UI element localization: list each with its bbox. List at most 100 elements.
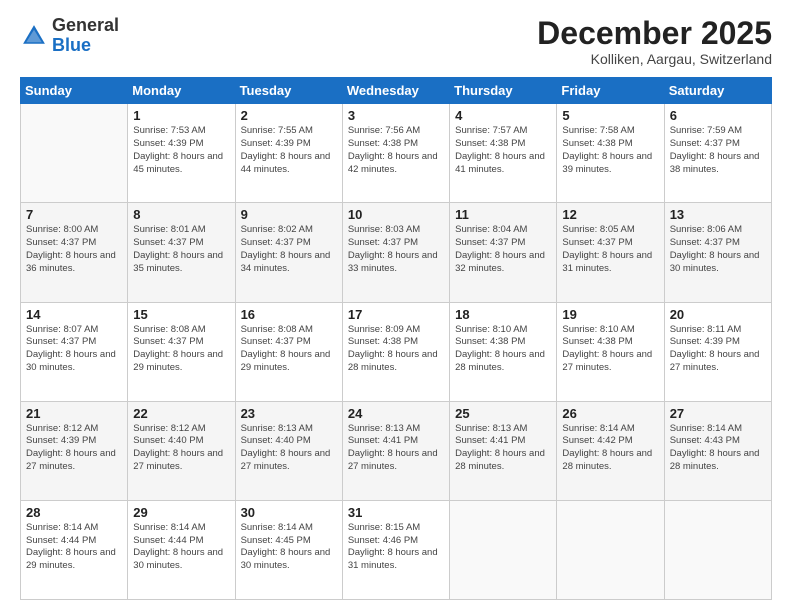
- day-number: 24: [348, 406, 444, 421]
- logo-icon: [20, 22, 48, 50]
- day-number: 5: [562, 108, 658, 123]
- col-sunday: Sunday: [21, 78, 128, 104]
- day-info: Sunrise: 8:10 AM Sunset: 4:38 PM Dayligh…: [455, 324, 551, 375]
- day-number: 3: [348, 108, 444, 123]
- day-info: Sunrise: 8:15 AM Sunset: 4:46 PM Dayligh…: [348, 522, 444, 573]
- table-row: 2 Sunrise: 7:55 AM Sunset: 4:39 PM Dayli…: [235, 104, 342, 203]
- day-number: 17: [348, 307, 444, 322]
- day-number: 11: [455, 207, 551, 222]
- table-row: 29 Sunrise: 8:14 AM Sunset: 4:44 PM Dayl…: [128, 500, 235, 599]
- day-info: Sunrise: 8:13 AM Sunset: 4:40 PM Dayligh…: [241, 423, 337, 474]
- table-row: [664, 500, 771, 599]
- table-row: 30 Sunrise: 8:14 AM Sunset: 4:45 PM Dayl…: [235, 500, 342, 599]
- col-tuesday: Tuesday: [235, 78, 342, 104]
- day-number: 14: [26, 307, 122, 322]
- col-thursday: Thursday: [450, 78, 557, 104]
- day-number: 15: [133, 307, 229, 322]
- day-info: Sunrise: 8:02 AM Sunset: 4:37 PM Dayligh…: [241, 224, 337, 275]
- day-number: 2: [241, 108, 337, 123]
- table-row: 3 Sunrise: 7:56 AM Sunset: 4:38 PM Dayli…: [342, 104, 449, 203]
- day-info: Sunrise: 8:06 AM Sunset: 4:37 PM Dayligh…: [670, 224, 766, 275]
- day-number: 23: [241, 406, 337, 421]
- col-wednesday: Wednesday: [342, 78, 449, 104]
- col-friday: Friday: [557, 78, 664, 104]
- day-number: 10: [348, 207, 444, 222]
- table-row: 10 Sunrise: 8:03 AM Sunset: 4:37 PM Dayl…: [342, 203, 449, 302]
- day-info: Sunrise: 8:14 AM Sunset: 4:42 PM Dayligh…: [562, 423, 658, 474]
- table-row: 1 Sunrise: 7:53 AM Sunset: 4:39 PM Dayli…: [128, 104, 235, 203]
- day-info: Sunrise: 8:04 AM Sunset: 4:37 PM Dayligh…: [455, 224, 551, 275]
- table-row: 20 Sunrise: 8:11 AM Sunset: 4:39 PM Dayl…: [664, 302, 771, 401]
- day-info: Sunrise: 8:14 AM Sunset: 4:45 PM Dayligh…: [241, 522, 337, 573]
- day-number: 26: [562, 406, 658, 421]
- logo: General Blue: [20, 16, 119, 56]
- table-row: 13 Sunrise: 8:06 AM Sunset: 4:37 PM Dayl…: [664, 203, 771, 302]
- day-info: Sunrise: 7:57 AM Sunset: 4:38 PM Dayligh…: [455, 125, 551, 176]
- table-row: 23 Sunrise: 8:13 AM Sunset: 4:40 PM Dayl…: [235, 401, 342, 500]
- page: General Blue December 2025 Kolliken, Aar…: [0, 0, 792, 612]
- col-monday: Monday: [128, 78, 235, 104]
- table-row: 26 Sunrise: 8:14 AM Sunset: 4:42 PM Dayl…: [557, 401, 664, 500]
- table-row: 18 Sunrise: 8:10 AM Sunset: 4:38 PM Dayl…: [450, 302, 557, 401]
- day-info: Sunrise: 8:09 AM Sunset: 4:38 PM Dayligh…: [348, 324, 444, 375]
- table-row: 12 Sunrise: 8:05 AM Sunset: 4:37 PM Dayl…: [557, 203, 664, 302]
- table-row: 21 Sunrise: 8:12 AM Sunset: 4:39 PM Dayl…: [21, 401, 128, 500]
- title-block: December 2025 Kolliken, Aargau, Switzerl…: [537, 16, 772, 67]
- table-row: 5 Sunrise: 7:58 AM Sunset: 4:38 PM Dayli…: [557, 104, 664, 203]
- table-row: 6 Sunrise: 7:59 AM Sunset: 4:37 PM Dayli…: [664, 104, 771, 203]
- day-info: Sunrise: 8:13 AM Sunset: 4:41 PM Dayligh…: [455, 423, 551, 474]
- day-number: 22: [133, 406, 229, 421]
- day-info: Sunrise: 8:10 AM Sunset: 4:38 PM Dayligh…: [562, 324, 658, 375]
- day-info: Sunrise: 7:53 AM Sunset: 4:39 PM Dayligh…: [133, 125, 229, 176]
- day-info: Sunrise: 8:05 AM Sunset: 4:37 PM Dayligh…: [562, 224, 658, 275]
- day-number: 16: [241, 307, 337, 322]
- table-row: 4 Sunrise: 7:57 AM Sunset: 4:38 PM Dayli…: [450, 104, 557, 203]
- day-number: 7: [26, 207, 122, 222]
- day-info: Sunrise: 7:56 AM Sunset: 4:38 PM Dayligh…: [348, 125, 444, 176]
- calendar-table: Sunday Monday Tuesday Wednesday Thursday…: [20, 77, 772, 600]
- day-number: 21: [26, 406, 122, 421]
- calendar-week-row: 7 Sunrise: 8:00 AM Sunset: 4:37 PM Dayli…: [21, 203, 772, 302]
- calendar-week-row: 21 Sunrise: 8:12 AM Sunset: 4:39 PM Dayl…: [21, 401, 772, 500]
- day-info: Sunrise: 8:03 AM Sunset: 4:37 PM Dayligh…: [348, 224, 444, 275]
- calendar-week-row: 28 Sunrise: 8:14 AM Sunset: 4:44 PM Dayl…: [21, 500, 772, 599]
- calendar-week-row: 1 Sunrise: 7:53 AM Sunset: 4:39 PM Dayli…: [21, 104, 772, 203]
- day-number: 29: [133, 505, 229, 520]
- day-number: 30: [241, 505, 337, 520]
- day-number: 27: [670, 406, 766, 421]
- table-row: 31 Sunrise: 8:15 AM Sunset: 4:46 PM Dayl…: [342, 500, 449, 599]
- table-row: 7 Sunrise: 8:00 AM Sunset: 4:37 PM Dayli…: [21, 203, 128, 302]
- header: General Blue December 2025 Kolliken, Aar…: [20, 16, 772, 67]
- table-row: 8 Sunrise: 8:01 AM Sunset: 4:37 PM Dayli…: [128, 203, 235, 302]
- day-number: 20: [670, 307, 766, 322]
- table-row: 28 Sunrise: 8:14 AM Sunset: 4:44 PM Dayl…: [21, 500, 128, 599]
- table-row: 9 Sunrise: 8:02 AM Sunset: 4:37 PM Dayli…: [235, 203, 342, 302]
- logo-general: General: [52, 15, 119, 35]
- table-row: 16 Sunrise: 8:08 AM Sunset: 4:37 PM Dayl…: [235, 302, 342, 401]
- table-row: 15 Sunrise: 8:08 AM Sunset: 4:37 PM Dayl…: [128, 302, 235, 401]
- day-number: 28: [26, 505, 122, 520]
- day-info: Sunrise: 8:14 AM Sunset: 4:44 PM Dayligh…: [133, 522, 229, 573]
- table-row: 11 Sunrise: 8:04 AM Sunset: 4:37 PM Dayl…: [450, 203, 557, 302]
- day-info: Sunrise: 7:55 AM Sunset: 4:39 PM Dayligh…: [241, 125, 337, 176]
- calendar-header-row: Sunday Monday Tuesday Wednesday Thursday…: [21, 78, 772, 104]
- day-info: Sunrise: 8:14 AM Sunset: 4:43 PM Dayligh…: [670, 423, 766, 474]
- day-number: 13: [670, 207, 766, 222]
- table-row: 17 Sunrise: 8:09 AM Sunset: 4:38 PM Dayl…: [342, 302, 449, 401]
- day-info: Sunrise: 8:13 AM Sunset: 4:41 PM Dayligh…: [348, 423, 444, 474]
- table-row: 14 Sunrise: 8:07 AM Sunset: 4:37 PM Dayl…: [21, 302, 128, 401]
- month-title: December 2025: [537, 16, 772, 51]
- day-number: 12: [562, 207, 658, 222]
- day-info: Sunrise: 8:12 AM Sunset: 4:39 PM Dayligh…: [26, 423, 122, 474]
- day-number: 6: [670, 108, 766, 123]
- col-saturday: Saturday: [664, 78, 771, 104]
- day-info: Sunrise: 8:07 AM Sunset: 4:37 PM Dayligh…: [26, 324, 122, 375]
- table-row: 22 Sunrise: 8:12 AM Sunset: 4:40 PM Dayl…: [128, 401, 235, 500]
- day-info: Sunrise: 8:08 AM Sunset: 4:37 PM Dayligh…: [241, 324, 337, 375]
- day-number: 8: [133, 207, 229, 222]
- day-info: Sunrise: 8:08 AM Sunset: 4:37 PM Dayligh…: [133, 324, 229, 375]
- day-number: 9: [241, 207, 337, 222]
- day-number: 18: [455, 307, 551, 322]
- logo-text: General Blue: [52, 16, 119, 56]
- day-number: 19: [562, 307, 658, 322]
